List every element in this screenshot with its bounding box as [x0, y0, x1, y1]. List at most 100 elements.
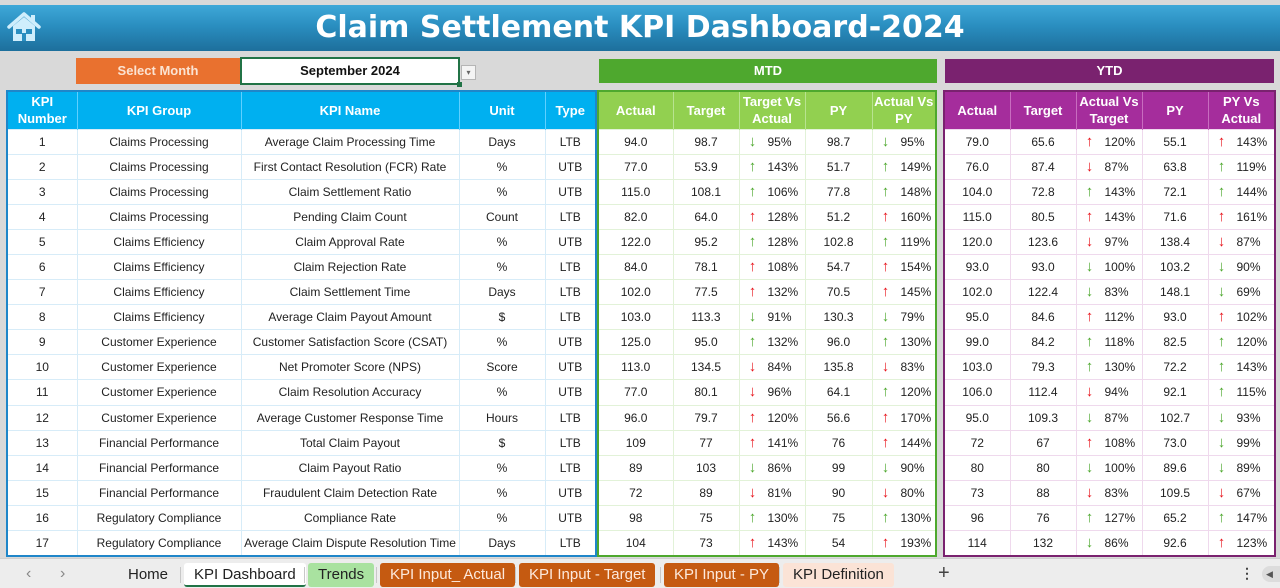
kpi-number-cell[interactable]: 9	[6, 329, 78, 356]
ytd-py-cell[interactable]: 138.4	[1141, 228, 1209, 255]
kpi-type-cell[interactable]: UTB	[544, 228, 597, 255]
mtd-py-cell[interactable]: 75	[804, 504, 873, 532]
kpi-name-cell[interactable]: Average Claim Processing Time	[240, 128, 460, 155]
ytd-py-vs-actual-cell[interactable]: ↓ 87%	[1207, 228, 1276, 255]
kpi-number-cell[interactable]: 6	[6, 253, 78, 281]
kpi-unit-cell[interactable]: %	[458, 379, 546, 406]
mtd-actual-vs-py-cell[interactable]: ↑ 130%	[871, 504, 937, 532]
kpi-name-cell[interactable]: Claim Settlement Ratio	[240, 178, 460, 205]
ytd-py-vs-actual-cell[interactable]: ↑ 102%	[1207, 304, 1276, 331]
ytd-target-cell[interactable]: 79.3	[1009, 354, 1077, 381]
kpi-unit-cell[interactable]: %	[458, 479, 546, 506]
next-sheet-arrow-icon[interactable]: ›	[60, 565, 65, 583]
mtd-target-vs-actual-cell[interactable]: ↑ 106%	[738, 178, 806, 205]
mtd-target-cell[interactable]: 64.0	[672, 203, 740, 230]
kpi-group-cell[interactable]: Financial Performance	[76, 429, 242, 456]
ytd-py-vs-actual-cell[interactable]: ↑ 147%	[1207, 504, 1276, 532]
mtd-target-vs-actual-cell[interactable]: ↑ 143%	[738, 529, 806, 557]
ytd-py-cell[interactable]: 103.2	[1141, 253, 1209, 281]
kpi-name-cell[interactable]: First Contact Resolution (FCR) Rate	[240, 153, 460, 180]
mtd-actual-cell[interactable]: 104	[597, 529, 674, 557]
ytd-actual-vs-target-cell[interactable]: ↑ 118%	[1075, 329, 1143, 356]
mtd-actual-vs-py-cell[interactable]: ↑ 130%	[871, 329, 937, 356]
mtd-target-vs-actual-cell[interactable]: ↓ 96%	[738, 379, 806, 406]
ytd-actual-cell[interactable]: 73	[943, 479, 1011, 506]
mtd-py-cell[interactable]: 51.7	[804, 153, 873, 180]
ytd-py-cell[interactable]: 89.6	[1141, 454, 1209, 481]
mtd-actual-vs-py-cell[interactable]: ↑ 154%	[871, 253, 937, 281]
ytd-actual-cell[interactable]: 115.0	[943, 203, 1011, 230]
kpi-number-cell[interactable]: 5	[6, 228, 78, 255]
kpi-name-cell[interactable]: Fraudulent Claim Detection Rate	[240, 479, 460, 506]
ytd-target-cell[interactable]: 122.4	[1009, 279, 1077, 306]
mtd-target-cell[interactable]: 80.1	[672, 379, 740, 406]
mtd-target-vs-actual-cell[interactable]: ↓ 81%	[738, 479, 806, 506]
mtd-target-cell[interactable]: 108.1	[672, 178, 740, 205]
ytd-target-cell[interactable]: 123.6	[1009, 228, 1077, 255]
mtd-target-vs-actual-cell[interactable]: ↑ 132%	[738, 279, 806, 306]
kpi-group-cell[interactable]: Financial Performance	[76, 454, 242, 481]
kpi-group-cell[interactable]: Customer Experience	[76, 329, 242, 356]
ytd-actual-cell[interactable]: 99.0	[943, 329, 1011, 356]
ytd-py-vs-actual-cell[interactable]: ↓ 99%	[1207, 429, 1276, 456]
kpi-type-cell[interactable]: LTB	[544, 128, 597, 155]
kpi-group-cell[interactable]: Claims Processing	[76, 178, 242, 205]
mtd-target-cell[interactable]: 98.7	[672, 128, 740, 155]
kpi-unit-cell[interactable]: $	[458, 304, 546, 331]
mtd-actual-cell[interactable]: 84.0	[597, 253, 674, 281]
mtd-py-cell[interactable]: 51.2	[804, 203, 873, 230]
ytd-actual-vs-target-cell[interactable]: ↓ 94%	[1075, 379, 1143, 406]
ytd-py-vs-actual-cell[interactable]: ↑ 143%	[1207, 128, 1276, 155]
ytd-py-vs-actual-cell[interactable]: ↓ 93%	[1207, 404, 1276, 431]
mtd-actual-vs-py-cell[interactable]: ↑ 170%	[871, 404, 937, 431]
kpi-number-cell[interactable]: 3	[6, 178, 78, 205]
kpi-name-cell[interactable]: Compliance Rate	[240, 504, 460, 532]
mtd-actual-vs-py-cell[interactable]: ↑ 119%	[871, 228, 937, 255]
sheet-tab-kpi-definition[interactable]: KPI Definition	[783, 563, 894, 587]
kpi-type-cell[interactable]: LTB	[544, 429, 597, 456]
kpi-group-cell[interactable]: Claims Efficiency	[76, 228, 242, 255]
kpi-type-cell[interactable]: LTB	[544, 253, 597, 281]
mtd-py-cell[interactable]: 70.5	[804, 279, 873, 306]
kpi-unit-cell[interactable]: Count	[458, 203, 546, 230]
ytd-py-vs-actual-cell[interactable]: ↓ 89%	[1207, 454, 1276, 481]
ytd-py-vs-actual-cell[interactable]: ↓ 90%	[1207, 253, 1276, 281]
ytd-py-cell[interactable]: 65.2	[1141, 504, 1209, 532]
cell-fill-handle[interactable]	[457, 82, 462, 87]
mtd-py-cell[interactable]: 135.8	[804, 354, 873, 381]
kpi-unit-cell[interactable]: Days	[458, 279, 546, 306]
ytd-actual-cell[interactable]: 95.0	[943, 404, 1011, 431]
ytd-py-cell[interactable]: 93.0	[1141, 304, 1209, 331]
mtd-target-cell[interactable]: 77	[672, 429, 740, 456]
mtd-actual-vs-py-cell[interactable]: ↓ 90%	[871, 454, 937, 481]
ytd-target-cell[interactable]: 72.8	[1009, 178, 1077, 205]
mtd-target-vs-actual-cell[interactable]: ↑ 132%	[738, 329, 806, 356]
mtd-target-vs-actual-cell[interactable]: ↑ 128%	[738, 203, 806, 230]
ytd-actual-cell[interactable]: 120.0	[943, 228, 1011, 255]
ytd-actual-vs-target-cell[interactable]: ↑ 143%	[1075, 203, 1143, 230]
kpi-number-cell[interactable]: 13	[6, 429, 78, 456]
kpi-group-cell[interactable]: Regulatory Compliance	[76, 529, 242, 557]
sheet-tab-kpi-dashboard[interactable]: KPI Dashboard	[184, 563, 306, 587]
mtd-actual-cell[interactable]: 115.0	[597, 178, 674, 205]
kpi-unit-cell[interactable]: Days	[458, 529, 546, 557]
kpi-number-cell[interactable]: 16	[6, 504, 78, 532]
mtd-target-cell[interactable]: 78.1	[672, 253, 740, 281]
kpi-type-cell[interactable]: UTB	[544, 329, 597, 356]
mtd-target-cell[interactable]: 95.0	[672, 329, 740, 356]
ytd-py-vs-actual-cell[interactable]: ↑ 143%	[1207, 354, 1276, 381]
mtd-target-cell[interactable]: 75	[672, 504, 740, 532]
kpi-type-cell[interactable]: LTB	[544, 529, 597, 557]
mtd-target-vs-actual-cell[interactable]: ↓ 86%	[738, 454, 806, 481]
mtd-target-cell[interactable]: 95.2	[672, 228, 740, 255]
mtd-actual-cell[interactable]: 72	[597, 479, 674, 506]
mtd-actual-cell[interactable]: 77.0	[597, 153, 674, 180]
mtd-py-cell[interactable]: 56.6	[804, 404, 873, 431]
kpi-number-cell[interactable]: 4	[6, 203, 78, 230]
kpi-unit-cell[interactable]: %	[458, 454, 546, 481]
kpi-name-cell[interactable]: Average Claim Payout Amount	[240, 304, 460, 331]
mtd-target-vs-actual-cell[interactable]: ↑ 141%	[738, 429, 806, 456]
mtd-actual-vs-py-cell[interactable]: ↓ 79%	[871, 304, 937, 331]
ytd-target-cell[interactable]: 88	[1009, 479, 1077, 506]
ytd-actual-vs-target-cell[interactable]: ↑ 112%	[1075, 304, 1143, 331]
